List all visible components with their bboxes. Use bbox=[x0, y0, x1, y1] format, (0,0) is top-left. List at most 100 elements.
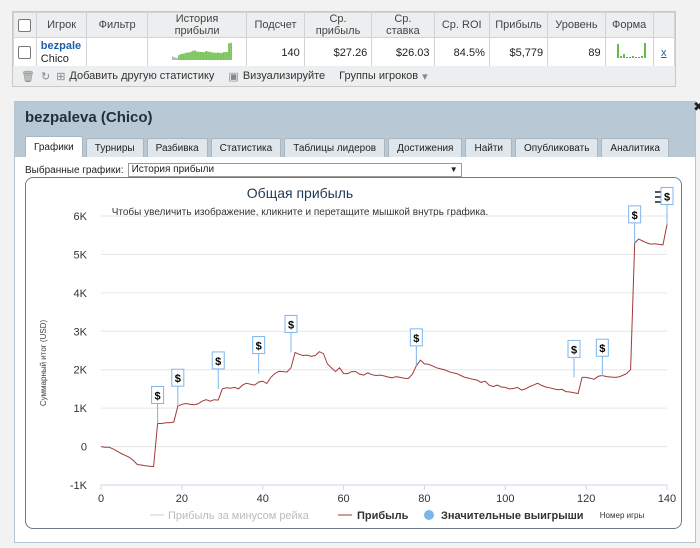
chevron-down-icon: ▼ bbox=[449, 165, 458, 174]
count-value: 140 bbox=[246, 37, 305, 68]
filter-cell[interactable] bbox=[86, 37, 148, 68]
profit-chart-svg[interactable]: Общая прибыль Чтобы увеличить изображени… bbox=[26, 178, 681, 528]
refresh-icon[interactable]: ↻ bbox=[41, 70, 50, 83]
tab-charts[interactable]: Графики bbox=[25, 136, 83, 157]
form-chart bbox=[616, 43, 646, 58]
header-profit[interactable]: Прибыль bbox=[488, 12, 549, 38]
profit-chart[interactable]: Общая прибыль Чтобы увеличить изображени… bbox=[25, 177, 682, 529]
significant-win-flag[interactable]: $ bbox=[284, 314, 298, 353]
close-icon[interactable]: ✖ bbox=[693, 100, 700, 115]
y-tick-label: 2K bbox=[74, 365, 88, 377]
legend-item-significant-wins[interactable]: Значительные выигрыши bbox=[441, 510, 584, 522]
image-icon: ▣ bbox=[228, 70, 239, 83]
player-groups-label: Группы игроков bbox=[339, 70, 419, 82]
y-tick-label: 0 bbox=[81, 442, 87, 454]
profit-series-line[interactable] bbox=[100, 224, 668, 468]
tab-breakdown[interactable]: Разбивка bbox=[146, 138, 208, 157]
tab-publish[interactable]: Опубликовать bbox=[515, 138, 599, 157]
tab-tournaments[interactable]: Турниры bbox=[85, 138, 144, 157]
x-tick-label: 100 bbox=[496, 493, 514, 505]
trash-icon[interactable]: 🗑 bbox=[21, 70, 35, 83]
remove-player-link[interactable]: x bbox=[652, 37, 676, 68]
avg-stake-value: $26.03 bbox=[371, 37, 435, 68]
player-nick-link[interactable]: bezpaleva bbox=[41, 40, 81, 53]
sparkline-chart bbox=[172, 42, 233, 60]
stats-toolbar: 🗑 ↻ ⊞ Добавить другую статистику ▣ Визуа… bbox=[13, 66, 675, 86]
y-tick-label: 6K bbox=[74, 211, 88, 223]
select-all-checkbox[interactable] bbox=[18, 18, 32, 32]
header-level[interactable]: Уровень bbox=[547, 12, 606, 38]
add-box-icon: ⊞ bbox=[56, 70, 66, 83]
dollar-flag-icon: $ bbox=[215, 356, 221, 368]
tab-find[interactable]: Найти bbox=[465, 138, 513, 157]
chart-select[interactable]: История прибыли ▼ bbox=[127, 163, 462, 177]
significant-win-flag[interactable]: $ bbox=[567, 339, 581, 378]
chart-grid bbox=[100, 215, 668, 490]
significant-win-flag[interactable]: $ bbox=[660, 186, 674, 225]
x-axis-labels: 0 20 40 60 80 100 120 140 bbox=[98, 493, 676, 505]
header-filter[interactable]: Фильтр bbox=[86, 12, 148, 38]
header-profit-history[interactable]: История прибыли bbox=[146, 12, 248, 38]
tab-achievements[interactable]: Достижения bbox=[388, 138, 463, 157]
legend-item-profit[interactable]: Прибыль bbox=[357, 510, 409, 522]
x-tick-label: 20 bbox=[176, 493, 188, 505]
add-stats-label: Добавить другую статистику bbox=[69, 70, 215, 82]
player-stats-table: Игрок Фильтр История прибыли Подсчет Ср.… bbox=[13, 12, 676, 68]
header-avg-stake[interactable]: Ср. ставка bbox=[371, 12, 435, 38]
visualize-button[interactable]: ▣ Визуализируйте bbox=[228, 70, 325, 83]
chart-legend: Прибыль за минусом рейка Прибыль Значите… bbox=[150, 510, 584, 522]
add-stats-button[interactable]: ⊞ Добавить другую статистику bbox=[56, 70, 214, 83]
row-select-cell[interactable] bbox=[13, 37, 37, 68]
player-window: bezpaleva (Chico) ✖ Графики Турниры Разб… bbox=[14, 100, 700, 543]
significant-win-flag[interactable]: $ bbox=[252, 336, 266, 374]
x-tick-label: 80 bbox=[418, 493, 430, 505]
tab-analytics[interactable]: Аналитика bbox=[601, 138, 669, 157]
row-checkbox[interactable] bbox=[18, 46, 32, 59]
dollar-flag-icon: $ bbox=[664, 191, 670, 203]
y-tick-label: 1K bbox=[74, 403, 88, 415]
y-tick-label: 5K bbox=[74, 249, 88, 261]
avg-profit-value: $27.26 bbox=[303, 37, 373, 68]
dollar-flag-icon: $ bbox=[632, 210, 638, 222]
dollar-flag-icon: $ bbox=[256, 341, 262, 353]
window-tabs: Графики Турниры Разбивка Статистика Табл… bbox=[15, 135, 695, 157]
header-avg-roi[interactable]: Ср. ROI bbox=[433, 12, 490, 38]
player-groups-dropdown[interactable]: Группы игроков ▾ bbox=[339, 70, 428, 83]
header-remove bbox=[652, 12, 676, 38]
form-sparkline bbox=[604, 37, 654, 68]
x-tick-label: 60 bbox=[337, 493, 349, 505]
chevron-down-icon: ▾ bbox=[422, 70, 428, 83]
chart-selector-row: Выбранные графики: История прибыли ▼ bbox=[25, 163, 462, 177]
header-player[interactable]: Игрок bbox=[35, 12, 88, 38]
level-value: 89 bbox=[547, 37, 606, 68]
y-axis-title: Суммарный итог (USD) bbox=[39, 320, 48, 407]
significant-win-flag[interactable]: $ bbox=[628, 205, 642, 243]
significant-win-flag[interactable]: $ bbox=[211, 351, 225, 389]
player-cell: bezpaleva Chico bbox=[35, 37, 88, 68]
chart-select-value: История прибыли bbox=[131, 164, 215, 175]
significant-win-flag[interactable]: $ bbox=[171, 368, 185, 407]
x-tick-label: 0 bbox=[98, 493, 104, 505]
legend-item-net-profit[interactable]: Прибыль за минусом рейка bbox=[168, 510, 310, 522]
chart-title: Общая прибыль bbox=[247, 185, 353, 201]
y-tick-label: -1K bbox=[70, 480, 88, 492]
tab-leaderboards[interactable]: Таблицы лидеров bbox=[284, 138, 386, 157]
header-form[interactable]: Форма bbox=[604, 12, 654, 38]
dollar-flag-icon: $ bbox=[413, 333, 419, 345]
dollar-flag-icon: $ bbox=[175, 373, 181, 385]
select-all-header[interactable] bbox=[13, 12, 37, 38]
header-avg-profit[interactable]: Ср. прибыль bbox=[303, 12, 373, 38]
profit-history-sparkline bbox=[146, 37, 248, 68]
header-count[interactable]: Подсчет bbox=[246, 12, 305, 38]
chart-selector-label: Выбранные графики: bbox=[25, 164, 124, 176]
player-real-name: Chico bbox=[40, 52, 69, 65]
x-axis-title: Номер игры bbox=[600, 511, 645, 520]
significant-win-flag[interactable]: $ bbox=[151, 386, 165, 424]
tab-statistics[interactable]: Статистика bbox=[210, 138, 282, 157]
window-title: bezpaleva (Chico) bbox=[25, 109, 153, 126]
window-header: bezpaleva (Chico) ✖ bbox=[15, 100, 700, 135]
significant-win-flag[interactable]: $ bbox=[595, 338, 609, 377]
dollar-flag-icon: $ bbox=[599, 343, 605, 355]
x-tick-label: 40 bbox=[257, 493, 269, 505]
y-axis-labels: -1K 0 1K 2K 3K 4K 5K 6K bbox=[70, 211, 88, 492]
